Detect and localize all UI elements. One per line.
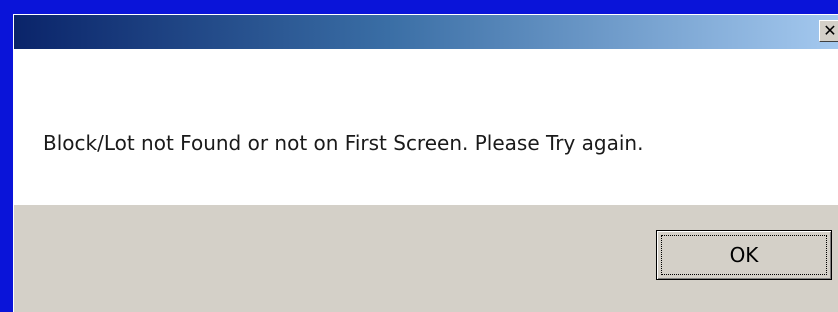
ok-button[interactable]: OK (656, 230, 832, 280)
message-text: Block/Lot not Found or not on First Scre… (43, 131, 644, 155)
desktop-background: ✕ Block/Lot not Found or not on First Sc… (0, 0, 838, 312)
close-button[interactable]: ✕ (819, 20, 838, 42)
close-icon: ✕ (823, 21, 837, 40)
button-area: OK (14, 205, 838, 312)
dialog-titlebar[interactable]: ✕ (14, 15, 838, 49)
message-area: Block/Lot not Found or not on First Scre… (14, 49, 838, 205)
ok-button-label: OK (729, 243, 759, 267)
message-dialog: ✕ Block/Lot not Found or not on First Sc… (13, 14, 838, 312)
